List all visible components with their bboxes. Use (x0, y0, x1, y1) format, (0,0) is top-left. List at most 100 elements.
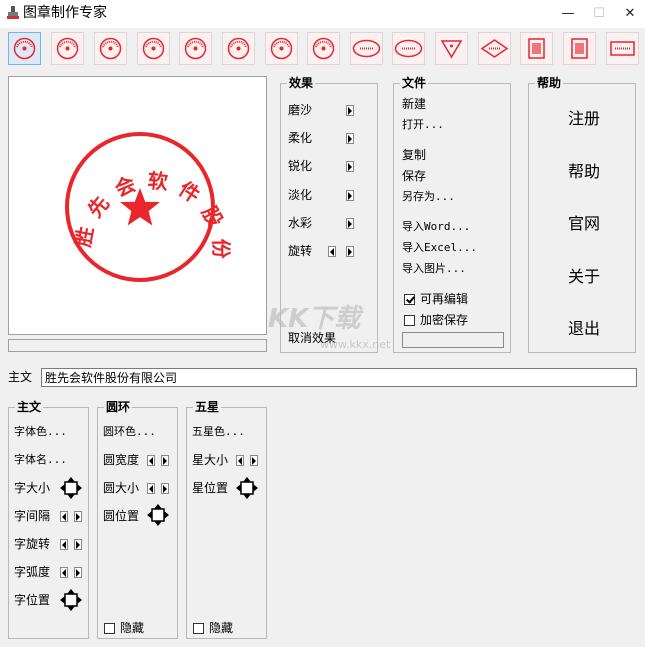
encrypt-save-checkbox[interactable] (404, 315, 415, 326)
app-stamp-icon (7, 6, 19, 19)
text-position-label: 字位置 (14, 593, 51, 607)
new-button[interactable]: 新建 (402, 97, 426, 111)
reeditable-checkbox[interactable] (404, 294, 415, 305)
ring-width-decrease-arrow[interactable] (147, 455, 155, 466)
toolbar-round-seal-7-button[interactable] (265, 32, 298, 65)
help-title: 帮助 (535, 76, 564, 90)
star-group-title: 五星 (193, 400, 222, 414)
effects-title: 效果 (287, 76, 316, 90)
triangle-seal-icon (440, 40, 463, 59)
toolbar-round-seal-4-button[interactable] (137, 32, 170, 65)
spacing-decrease-arrow[interactable] (60, 511, 68, 522)
ring-position-label: 圆位置 (103, 509, 140, 523)
effect-watercolor-apply-arrow[interactable] (346, 218, 354, 229)
help-group: 帮助 注册 帮助 官网 关于 退出 (528, 76, 636, 353)
toolbar-round-seal-1-button[interactable] (8, 32, 41, 65)
about-button[interactable]: 关于 (568, 268, 600, 286)
title-bar: 图章制作专家 — ☐ ✕ (0, 0, 645, 28)
save-as-button[interactable]: 另存为... (402, 190, 455, 204)
maximize-button[interactable]: ☐ (584, 0, 614, 28)
main-text-input[interactable] (41, 368, 637, 387)
ring-color-button[interactable]: 圆环色... (103, 425, 156, 439)
export-word-button[interactable]: 导入Word... (402, 220, 470, 234)
ring-size-increase-arrow[interactable] (161, 483, 169, 494)
round-seal-7-icon (270, 37, 293, 60)
toolbar-square-seal-1-button[interactable] (520, 32, 553, 65)
arc-decrease-arrow[interactable] (60, 567, 68, 578)
register-button[interactable]: 注册 (568, 110, 600, 128)
toolbar-oval-seal-1-button[interactable] (350, 32, 383, 65)
help-button[interactable]: 帮助 (568, 163, 600, 181)
round-seal-3-icon (99, 37, 122, 60)
effect-soften[interactable]: 柔化 (288, 131, 312, 145)
oval-seal-2-icon (394, 39, 423, 58)
rotate-left-arrow[interactable] (328, 246, 336, 257)
text-position-move-icon[interactable] (60, 589, 82, 611)
ring-position-move-icon[interactable] (147, 504, 169, 526)
round-seal-5-icon (184, 37, 207, 60)
rotation-increase-arrow[interactable] (74, 539, 82, 550)
main-group-title: 主文 (15, 400, 44, 414)
window-title: 图章制作专家 (23, 5, 107, 21)
effect-soften-apply-arrow[interactable] (346, 133, 354, 144)
font-color-button[interactable]: 字体色... (14, 425, 67, 439)
rotate-right-arrow[interactable] (346, 246, 354, 257)
toolbar-rect-seal-button[interactable] (606, 32, 639, 65)
spacing-increase-arrow[interactable] (74, 511, 82, 522)
website-button[interactable]: 官网 (568, 215, 600, 233)
toolbar-round-seal-3-button[interactable] (94, 32, 127, 65)
ring-hide-checkbox[interactable] (104, 623, 115, 634)
exit-button[interactable]: 退出 (568, 320, 600, 338)
effect-frost[interactable]: 磨沙 (288, 103, 312, 117)
round-seal-8-icon (312, 37, 335, 60)
toolbar-triangle-seal-button[interactable] (435, 32, 468, 65)
toolbar-square-seal-2-button[interactable] (563, 32, 596, 65)
toolbar-diamond-seal-button[interactable] (478, 32, 511, 65)
stamp-preview: 胜先会软件股份有限公司 (0, 58, 267, 335)
toolbar-round-seal-5-button[interactable] (179, 32, 212, 65)
star-hide-checkbox[interactable] (193, 623, 204, 634)
oval-seal-1-icon (352, 39, 381, 58)
effect-sharpen-apply-arrow[interactable] (346, 161, 354, 172)
open-button[interactable]: 打开... (402, 118, 444, 132)
font-size-adjust-icon[interactable] (60, 477, 82, 499)
cancel-effect-button[interactable]: 取消效果 (288, 331, 336, 345)
arc-increase-arrow[interactable] (74, 567, 82, 578)
rotation-decrease-arrow[interactable] (60, 539, 68, 550)
star-size-increase-arrow[interactable] (250, 455, 258, 466)
toolbar-round-seal-8-button[interactable] (307, 32, 340, 65)
star-size-decrease-arrow[interactable] (236, 455, 244, 466)
star-group: 五星 五星色... 星大小 星位置 隐藏 (186, 400, 267, 639)
toolbar-round-seal-6-button[interactable] (222, 32, 255, 65)
toolbar-round-seal-2-button[interactable] (51, 32, 84, 65)
close-button[interactable]: ✕ (615, 0, 645, 28)
export-image-button[interactable]: 导入图片... (402, 262, 466, 276)
minimize-button[interactable]: — (553, 0, 583, 28)
star-color-button[interactable]: 五星色... (192, 425, 245, 439)
effect-frost-apply-arrow[interactable] (346, 105, 354, 116)
effect-sharpen[interactable]: 锐化 (288, 159, 312, 173)
effect-fade-apply-arrow[interactable] (346, 190, 354, 201)
export-excel-button[interactable]: 导入Excel... (402, 241, 477, 255)
ring-width-label: 圆宽度 (103, 453, 140, 467)
encrypt-save-label: 加密保存 (420, 313, 469, 327)
round-seal-1-icon (13, 37, 36, 60)
round-seal-4-icon (142, 37, 165, 60)
ring-size-decrease-arrow[interactable] (147, 483, 155, 494)
spacing-label: 字间隔 (14, 509, 51, 523)
effect-fade[interactable]: 淡化 (288, 188, 312, 202)
preview-status-bar (8, 339, 267, 352)
ring-width-increase-arrow[interactable] (161, 455, 169, 466)
star-size-label: 星大小 (192, 453, 229, 467)
copy-button[interactable]: 复制 (402, 148, 426, 162)
file-group: 文件 新建 打开... 复制 保存 另存为... 导入Word... 导入Exc… (393, 76, 511, 353)
save-button[interactable]: 保存 (402, 169, 426, 183)
stamp-style-toolbar (0, 28, 645, 71)
star-position-move-icon[interactable] (236, 477, 258, 499)
reeditable-label: 可再编辑 (420, 292, 469, 306)
effect-rotate: 旋转 (288, 244, 313, 258)
rotation-label: 字旋转 (14, 537, 51, 551)
font-name-button[interactable]: 字体名... (14, 453, 67, 467)
toolbar-oval-seal-2-button[interactable] (392, 32, 425, 65)
effect-watercolor[interactable]: 水彩 (288, 216, 312, 230)
